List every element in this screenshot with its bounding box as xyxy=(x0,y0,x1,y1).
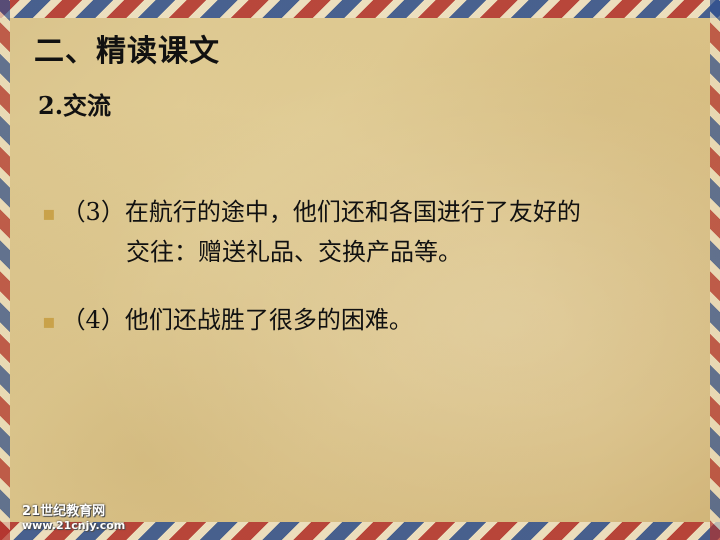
airmail-border-top xyxy=(0,0,720,18)
airmail-border-left xyxy=(0,0,10,540)
paragraph-3-line-2: 交往：赠送礼品、交换产品等。 xyxy=(126,238,462,266)
slide-canvas: 二、精读课文 2.交流 ▪ （3）在航行的途中，他们还和各国进行了友好的 交往：赠… xyxy=(0,0,720,540)
paragraph-4-text: （4）他们还战胜了很多的困难。 xyxy=(61,306,413,334)
airmail-border-right xyxy=(710,0,720,540)
slide-title: 二、精读课文 xyxy=(34,34,220,69)
paragraph-3-text: （3）在航行的途中，他们还和各国进行了友好的 xyxy=(61,198,581,226)
section-subtitle: 2.交流 xyxy=(38,91,112,120)
paragraph-4: ▪ （4）他们还战胜了很多的困难。 xyxy=(42,300,413,335)
watermark-line-2: www.21cnjy.com xyxy=(22,519,126,532)
bullet-icon: ▪ xyxy=(42,201,56,225)
paragraph-3-line-1: ▪ （3）在航行的途中，他们还和各国进行了友好的 xyxy=(42,192,581,227)
watermark-line-1: 21世纪教育网 xyxy=(22,504,106,519)
bullet-icon: ▪ xyxy=(42,309,56,333)
watermark-logo: 21世纪教育网 www.21cnjy.com xyxy=(22,500,142,532)
